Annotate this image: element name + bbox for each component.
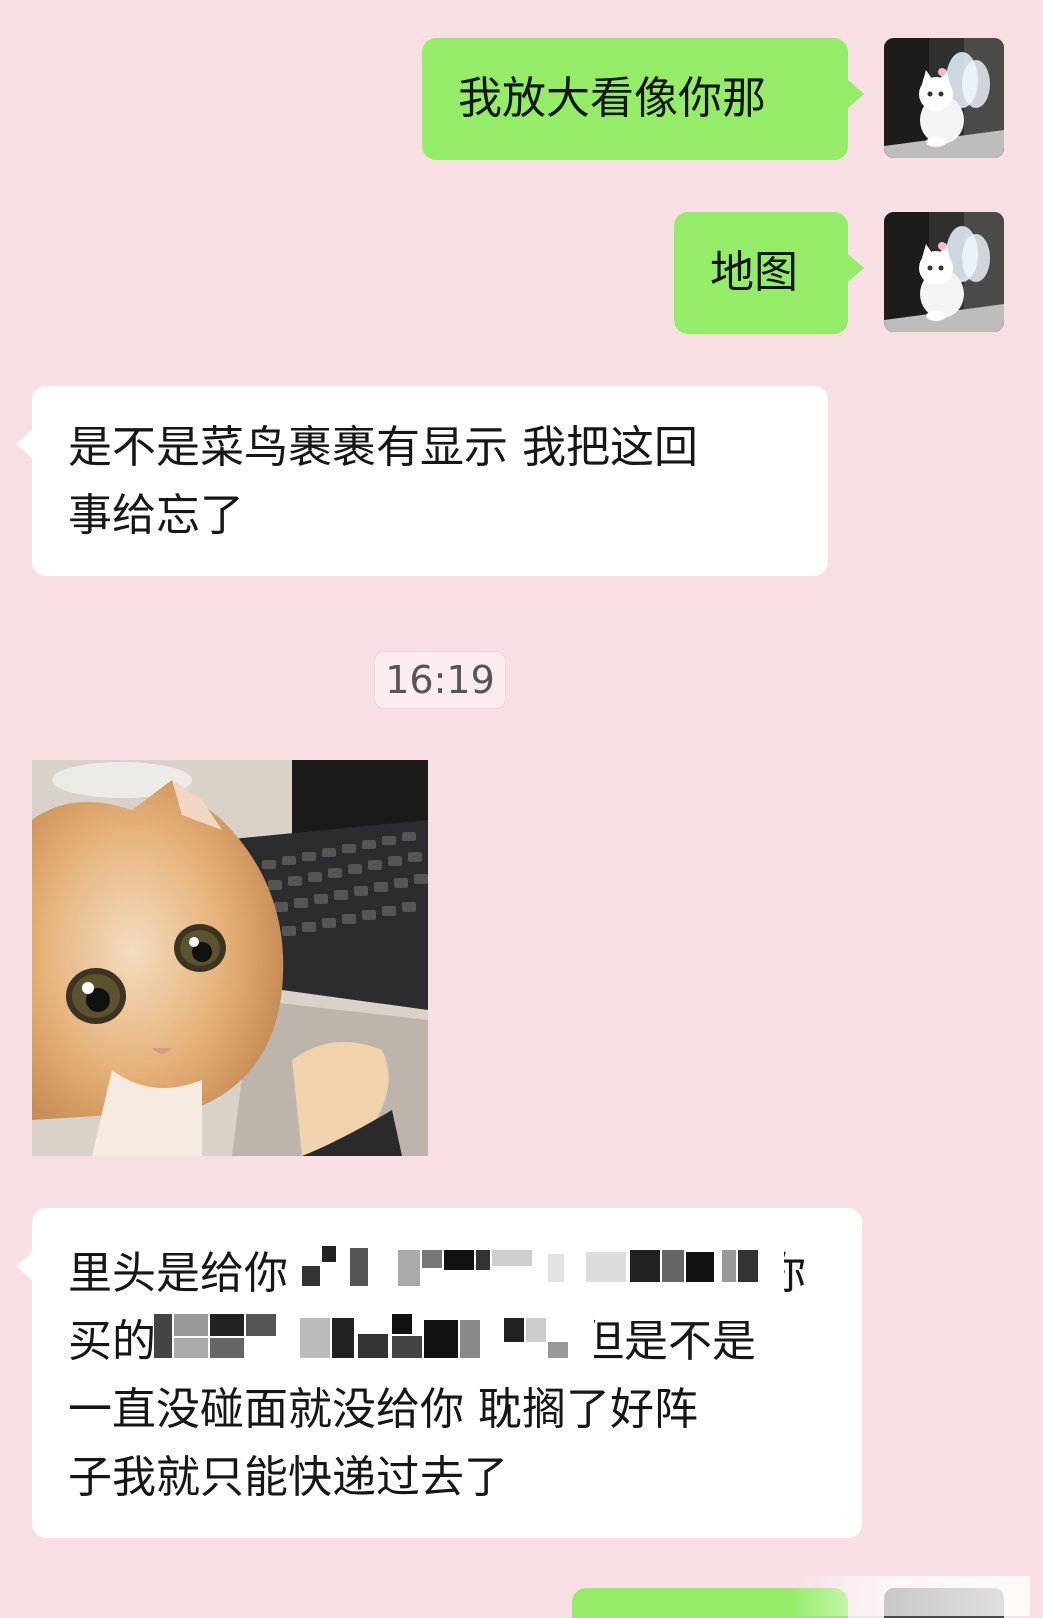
kitten-avatar-icon [884, 38, 1004, 158]
message-text-line: 一直没碰面就没给你 耽搁了好阵 [68, 1384, 698, 1435]
message-text-fragment: 但是不是 [580, 1316, 756, 1367]
self-avatar[interactable] [884, 38, 1004, 158]
orange-cat-sticker-icon [32, 760, 428, 1156]
redaction-mosaic [294, 1236, 784, 1300]
incoming-message-bubble[interactable]: 里头是给你 你 买的 但是不是 一直没碰面就没给你 耽搁了好阵 子我就只能快递过… [16, 1208, 862, 1538]
message-text-line: 事给忘了 [68, 490, 244, 541]
chat-window: 我放大看像你那 地图 是不是菜鸟裹裹有显示 我把这回 事给忘了 16:19 里头… [0, 0, 1043, 1618]
message-text-fragment: 买的 [68, 1316, 156, 1367]
message-timestamp: 16:19 [374, 651, 506, 709]
cat-sticker-image[interactable] [32, 760, 428, 1156]
outgoing-message-bubble[interactable]: 地图 [674, 212, 864, 334]
message-text: 地图 [710, 247, 798, 298]
watermark-overlay [790, 1576, 1030, 1616]
incoming-message-bubble[interactable]: 是不是菜鸟裹裹有显示 我把这回 事给忘了 [16, 386, 828, 576]
kitten-avatar-icon [884, 212, 1004, 332]
message-text-line: 是不是菜鸟裹裹有显示 我把这回 [68, 422, 698, 473]
redaction-mosaic [154, 1304, 594, 1368]
self-avatar[interactable] [884, 212, 1004, 332]
outgoing-message-bubble[interactable]: 我放大看像你那 [422, 38, 864, 160]
message-text: 我放大看像你那 [458, 73, 766, 124]
message-text-fragment: 里头是给你 [68, 1248, 288, 1299]
message-text-line: 子我就只能快递过去了 [68, 1452, 508, 1503]
